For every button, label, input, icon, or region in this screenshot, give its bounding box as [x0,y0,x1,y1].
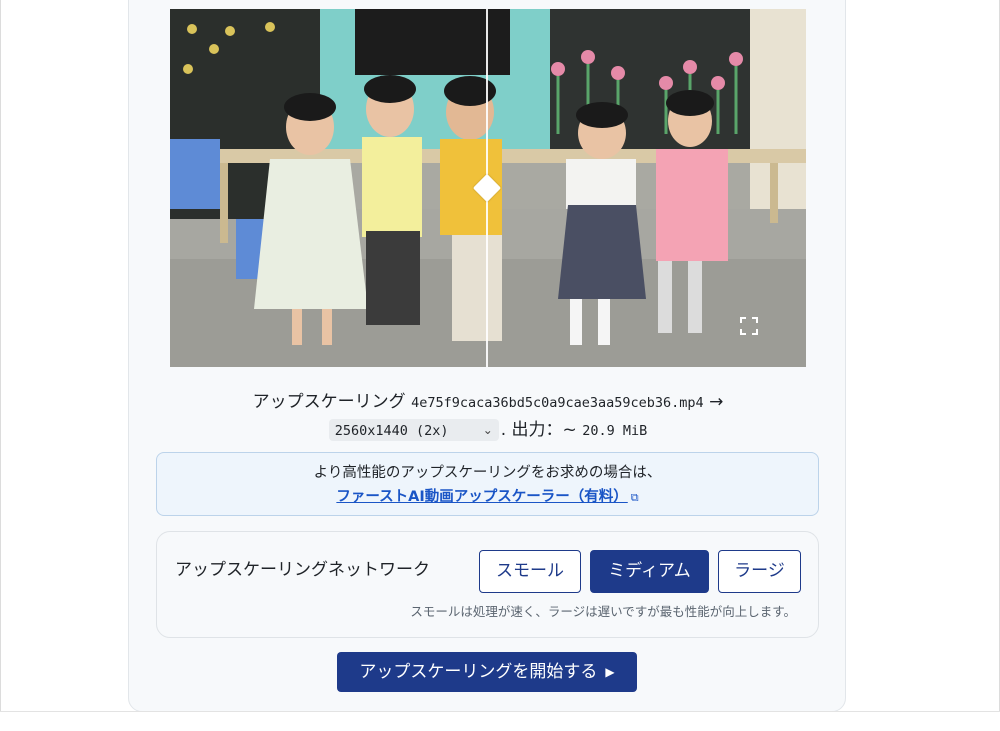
output-line: 2560x1440 (2x) ⌄ . 出力：~ 20.9 MiB [170,418,806,443]
banner-text: より高性能のアップスケーリングをお求めの場合は、 [313,465,662,481]
output-label: . 出力：~ [500,420,577,440]
network-option-large[interactable]: ラージ [718,550,801,593]
network-option-small[interactable]: スモール [479,550,581,593]
start-upscale-button[interactable]: アップスケーリングを開始する ▶ [337,652,637,692]
upscale-prefix: アップスケーリング [252,392,406,412]
fullscreen-icon[interactable] [740,317,758,335]
network-label: アップスケーリングネットワーク [175,560,430,580]
video-preview[interactable] [170,9,806,367]
page-left-border [0,0,1,712]
resolution-select[interactable]: 2560x1440 (2x) ⌄ [328,419,499,441]
external-link-icon: ⧉ [630,491,639,504]
network-hint: スモールは処理が速く、ラージは遅いですが最も性能が向上します。 [410,604,796,619]
upscale-source-line: アップスケーリング 4e75f9caca36bd5c0a9cae3aa59ceb… [170,390,806,415]
output-size: 20.9 MiB [582,423,648,439]
arrow-text: → [709,392,724,412]
play-icon: ▶ [605,665,615,679]
pro-upscaler-link[interactable]: ファーストAI動画アップスケーラー（有料） [336,489,627,505]
resolution-selected-value: 2560x1440 (2x) [334,423,449,439]
pro-upscaler-banner: より高性能のアップスケーリングをお求めの場合は、 ファーストAI動画アップスケー… [156,452,819,516]
network-option-medium[interactable]: ミディアム [590,550,709,593]
page-bottom-rule [0,711,1000,712]
source-filename: 4e75f9caca36bd5c0a9cae3aa59ceb36.mp4 [411,395,704,411]
network-selector-panel: アップスケーリングネットワーク スモール ミディアム ラージ スモールは処理が速… [156,531,819,638]
chevron-down-icon: ⌄ [482,423,493,437]
start-upscale-label: アップスケーリングを開始する [359,662,598,682]
